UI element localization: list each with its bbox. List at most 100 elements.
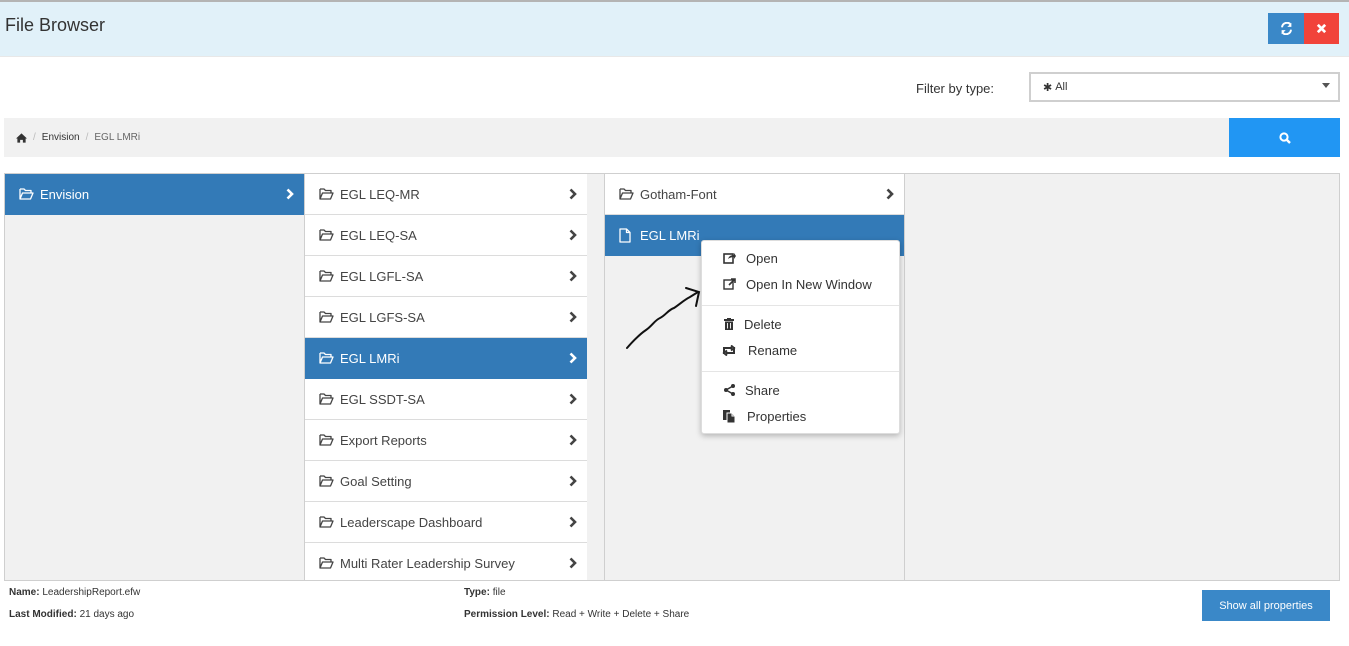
folder-open-icon [319, 269, 335, 283]
chevron-right-icon [569, 434, 577, 449]
folder-open-icon [319, 228, 335, 242]
detail-type: Type: file [464, 587, 506, 598]
home-icon[interactable] [16, 132, 27, 143]
detail-permission-label: Permission Level: [464, 609, 550, 620]
item-label: EGL LGFS-SA [340, 309, 425, 325]
breadcrumb-separator: / [33, 132, 36, 143]
col1-item-envision[interactable]: Envision [5, 174, 304, 215]
show-all-properties-button[interactable]: Show all properties [1202, 590, 1330, 621]
item-label: Envision [40, 186, 90, 202]
item-label: Goal Setting [340, 473, 412, 489]
search-button[interactable] [1229, 118, 1340, 157]
detail-permission: Permission Level: Read + Write + Delete … [464, 609, 689, 620]
context-menu-label: Properties [747, 408, 807, 424]
chevron-right-icon [569, 352, 577, 367]
folder-open-icon [619, 187, 635, 201]
detail-permission-value: Read + Write + Delete + Share [552, 609, 690, 620]
col3-item-gotham-font[interactable]: Gotham-Font [605, 174, 904, 215]
file-details: Name: LeadershipReport.efw Last Modified… [0, 585, 1349, 646]
context-menu: Open Open In New Window Delete Rename Sh… [701, 240, 900, 434]
chevron-right-icon [569, 516, 577, 531]
chevron-right-icon [569, 270, 577, 285]
header-bar: File Browser [0, 0, 1349, 57]
detail-modified-value: 21 days ago [79, 609, 135, 620]
refresh-button[interactable] [1268, 13, 1304, 44]
refresh-icon [1280, 22, 1292, 35]
item-label: EGL LMRi [340, 350, 400, 366]
folder-open-icon [319, 556, 335, 570]
col2-item-egl-leq-mr[interactable]: EGL LEQ-MR [305, 174, 587, 215]
folder-open-icon [19, 187, 35, 201]
chevron-right-icon [569, 188, 577, 203]
filter-selected-value: All [1055, 81, 1068, 93]
item-label: EGL LMRi [640, 227, 700, 243]
col2-item-egl-lgfs-sa[interactable]: EGL LGFS-SA [305, 297, 587, 338]
item-label: EGL LEQ-SA [340, 227, 417, 243]
chevron-right-icon [569, 475, 577, 490]
folder-open-icon [319, 187, 335, 201]
chevron-right-icon [569, 229, 577, 244]
col2-item-egl-leq-sa[interactable]: EGL LEQ-SA [305, 215, 587, 256]
col2-item-leaderscape-dashboard[interactable]: Leaderscape Dashboard [305, 502, 587, 543]
col2-item-multi-rater-leadership-survey[interactable]: Multi Rater Leadership Survey [305, 543, 587, 580]
context-menu-label: Delete [744, 316, 782, 332]
detail-type-label: Type: [464, 587, 490, 598]
chevron-down-icon [1322, 83, 1330, 88]
breadcrumb-item-envision[interactable]: Envision [42, 132, 80, 143]
col2-item-egl-lmri[interactable]: EGL LMRi [305, 338, 587, 379]
column-1: Envision [5, 174, 305, 580]
context-menu-label: Rename [748, 342, 798, 358]
col2-item-egl-ssdt-sa[interactable]: EGL SSDT-SA [305, 379, 587, 420]
menu-divider [702, 371, 899, 372]
context-menu-label: Open [746, 250, 778, 266]
detail-last-modified: Last Modified: 21 days ago [9, 609, 134, 620]
context-menu-delete[interactable]: Delete [702, 312, 899, 336]
file-browser-columns: Envision EGL LEQ-MR EGL LEQ-SA EGL LGFL-SA… [4, 173, 1340, 581]
col2-item-export-reports[interactable]: Export Reports [305, 420, 587, 461]
context-menu-share[interactable]: Share [702, 378, 899, 402]
column-2[interactable]: EGL LEQ-MR EGL LEQ-SA EGL LGFL-SA EGL LGFS-… [305, 174, 605, 580]
context-menu-open-new-window[interactable]: Open In New Window [702, 272, 899, 296]
folder-open-icon [319, 310, 335, 324]
page-title: File Browser [5, 15, 106, 35]
detail-name-label: Name: [9, 587, 40, 598]
item-label: EGL SSDT-SA [340, 391, 425, 407]
folder-open-icon [319, 351, 335, 365]
detail-modified-label: Last Modified: [9, 609, 77, 620]
folder-open-icon [319, 474, 335, 488]
file-icon [619, 227, 635, 243]
context-menu-properties[interactable]: Properties [702, 404, 899, 428]
item-label: Leaderscape Dashboard [340, 514, 483, 530]
asterisk-icon: ✱ [1043, 81, 1053, 94]
properties-icon [722, 409, 736, 423]
breadcrumb-item-current: EGL LMRi [94, 132, 141, 143]
breadcrumb-separator: / [85, 132, 89, 143]
col2-item-egl-lgfl-sa[interactable]: EGL LGFL-SA [305, 256, 587, 297]
external-link-icon [722, 277, 736, 291]
detail-name-value: LeadershipReport.efw [42, 587, 141, 598]
filter-type-select[interactable]: ✱ All [1029, 72, 1340, 102]
chevron-right-icon [286, 188, 294, 203]
filter-label: Filter by type: [916, 81, 995, 96]
chevron-right-icon [569, 557, 577, 572]
item-label: EGL LEQ-MR [340, 186, 420, 202]
item-label: EGL LGFL-SA [340, 268, 424, 284]
context-menu-open[interactable]: Open [702, 246, 899, 270]
item-label: Export Reports [340, 432, 427, 448]
context-menu-label: Share [745, 382, 780, 398]
item-label: Gotham-Font [640, 186, 717, 202]
share-icon [722, 383, 736, 397]
trash-icon [722, 317, 736, 331]
menu-divider [702, 305, 899, 306]
col2-item-goal-setting[interactable]: Goal Setting [305, 461, 587, 502]
close-button[interactable] [1304, 13, 1339, 44]
open-icon [722, 251, 736, 265]
chevron-right-icon [886, 188, 894, 203]
detail-name: Name: LeadershipReport.efw [9, 587, 140, 598]
breadcrumb: / Envision / EGL LMRi [4, 118, 1229, 157]
folder-open-icon [319, 392, 335, 406]
chevron-right-icon [569, 311, 577, 326]
context-menu-rename[interactable]: Rename [702, 338, 899, 362]
chevron-right-icon [569, 393, 577, 408]
search-icon [1278, 131, 1291, 144]
